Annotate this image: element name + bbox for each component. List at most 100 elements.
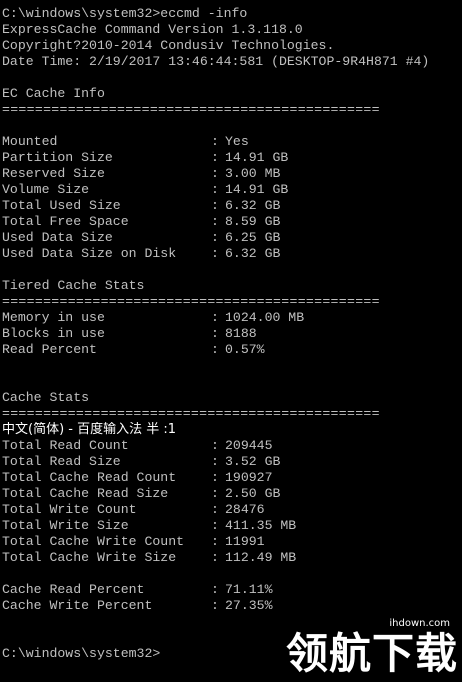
stat-row: Cache Write Percent:27.35%: [2, 598, 462, 614]
stat-colon: :: [211, 326, 219, 341]
console-window[interactable]: C:\windows\system32>eccmd -info ExpressC…: [0, 0, 462, 682]
stat-value: 112.49 MB: [225, 550, 297, 565]
stat-key: Cache Read Percent: [2, 582, 145, 597]
stat-row: Total Cache Read Count:190927: [2, 470, 462, 486]
stat-key: Memory in use: [2, 310, 105, 325]
stat-row: Total Cache Read Size:2.50 GB: [2, 486, 462, 502]
stat-colon: :: [211, 486, 219, 501]
stat-colon: :: [211, 134, 219, 149]
stat-value: 1024.00 MB: [225, 310, 305, 325]
stat-value: Yes: [225, 134, 249, 149]
stat-key: Total Read Count: [2, 438, 129, 453]
cache-stats-list: Total Read Count:209445 Total Read Size:3…: [2, 438, 462, 566]
tiered-cache-stats-list: Memory in use:1024.00 MB Blocks in use:81…: [2, 310, 462, 358]
stat-row: Partition Size:14.91 GB: [2, 150, 462, 166]
ime-status-bar[interactable]: 中文(简体) - 百度输入法 半 :1: [2, 422, 462, 438]
stat-value: 28476: [225, 502, 265, 517]
stat-colon: :: [211, 518, 219, 533]
stat-key: Blocks in use: [2, 326, 105, 341]
tiered-cache-stats-title: Tiered Cache Stats: [2, 278, 145, 293]
stat-value: 14.91 GB: [225, 150, 289, 165]
stat-key: Volume Size: [2, 182, 90, 197]
stat-colon: :: [211, 230, 219, 245]
stat-colon: :: [211, 534, 219, 549]
stat-row: Total Cache Write Size:112.49 MB: [2, 550, 462, 566]
stat-key: Total Free Space: [2, 214, 129, 229]
stat-value: 6.32 GB: [225, 198, 281, 213]
command-line: C:\windows\system32>eccmd -info: [2, 6, 248, 21]
stat-value: 6.32 GB: [225, 246, 281, 261]
copyright-line: Copyright?2010-2014 Condusiv Technologie…: [2, 38, 335, 53]
stat-row: Read Percent:0.57%: [2, 342, 462, 358]
stat-key: Total Read Size: [2, 454, 121, 469]
stat-colon: :: [211, 454, 219, 469]
stat-key: Partition Size: [2, 150, 113, 165]
cache-stats-title: Cache Stats: [2, 390, 90, 405]
stat-colon: :: [211, 214, 219, 229]
stat-row: Total Cache Write Count:11991: [2, 534, 462, 550]
stat-row: Total Read Count:209445: [2, 438, 462, 454]
stat-key: Total Used Size: [2, 198, 121, 213]
stat-key: Total Cache Write Size: [2, 550, 177, 565]
stat-key: Mounted: [2, 134, 58, 149]
stat-value: 411.35 MB: [225, 518, 297, 533]
stat-key: Total Write Size: [2, 518, 129, 533]
stat-row: Total Read Size:3.52 GB: [2, 454, 462, 470]
stat-value: 6.25 GB: [225, 230, 281, 245]
stat-row: Total Used Size:6.32 GB: [2, 198, 462, 214]
stat-colon: :: [211, 182, 219, 197]
site-watermark-logo: ihdown.com 领航下载: [278, 618, 458, 678]
stat-key: Total Cache Read Size: [2, 486, 169, 501]
tiered-cache-stats-separator: ========================================…: [2, 294, 380, 309]
stat-colon: :: [211, 198, 219, 213]
stat-value: 190927: [225, 470, 273, 485]
stat-colon: :: [211, 598, 219, 613]
stat-key: Total Cache Read Count: [2, 470, 177, 485]
stat-value: 2.50 GB: [225, 486, 281, 501]
cache-stats-separator: ========================================…: [2, 406, 380, 421]
stat-colon: :: [211, 150, 219, 165]
stat-colon: :: [211, 310, 219, 325]
stat-row: Cache Read Percent:71.11%: [2, 582, 462, 598]
stat-value: 11991: [225, 534, 265, 549]
stat-value: 8188: [225, 326, 257, 341]
stat-row: Blocks in use:8188: [2, 326, 462, 342]
stat-row: Used Data Size:6.25 GB: [2, 230, 462, 246]
stat-value: 3.52 GB: [225, 454, 281, 469]
stat-row: Total Free Space:8.59 GB: [2, 214, 462, 230]
stat-colon: :: [211, 502, 219, 517]
stat-value: 14.91 GB: [225, 182, 289, 197]
datetime-line: Date Time: 2/19/2017 13:46:44:581 (DESKT…: [2, 54, 430, 69]
ec-cache-info-list: Mounted: Yes Partition Size:14.91 GB Reserv…: [2, 134, 462, 262]
stat-key: Used Data Size on Disk: [2, 246, 177, 261]
stat-value: 3.00 MB: [225, 166, 281, 181]
stat-key: Reserved Size: [2, 166, 105, 181]
stat-colon: :: [211, 438, 219, 453]
stat-colon: :: [211, 166, 219, 181]
version-line: ExpressCache Command Version 1.3.118.0: [2, 22, 303, 37]
stat-colon: :: [211, 582, 219, 597]
ec-cache-info-title: EC Cache Info: [2, 86, 105, 101]
stat-value: 27.35%: [225, 598, 273, 613]
stat-value: 8.59 GB: [225, 214, 281, 229]
stat-row: Memory in use:1024.00 MB: [2, 310, 462, 326]
stat-row: Reserved Size:3.00 MB: [2, 166, 462, 182]
stat-value: 0.57%: [225, 342, 265, 357]
watermark-text: 领航下载: [285, 629, 458, 678]
stat-row: Mounted: Yes: [2, 134, 462, 150]
stat-colon: :: [211, 470, 219, 485]
stat-row: Total Write Size:411.35 MB: [2, 518, 462, 534]
stat-value: 209445: [225, 438, 273, 453]
watermark-url: ihdown.com: [389, 618, 450, 629]
stat-row: Volume Size:14.91 GB: [2, 182, 462, 198]
stat-key: Read Percent: [2, 342, 97, 357]
stat-key: Used Data Size: [2, 230, 113, 245]
stat-row: Total Write Count:28476: [2, 502, 462, 518]
stat-colon: :: [211, 550, 219, 565]
